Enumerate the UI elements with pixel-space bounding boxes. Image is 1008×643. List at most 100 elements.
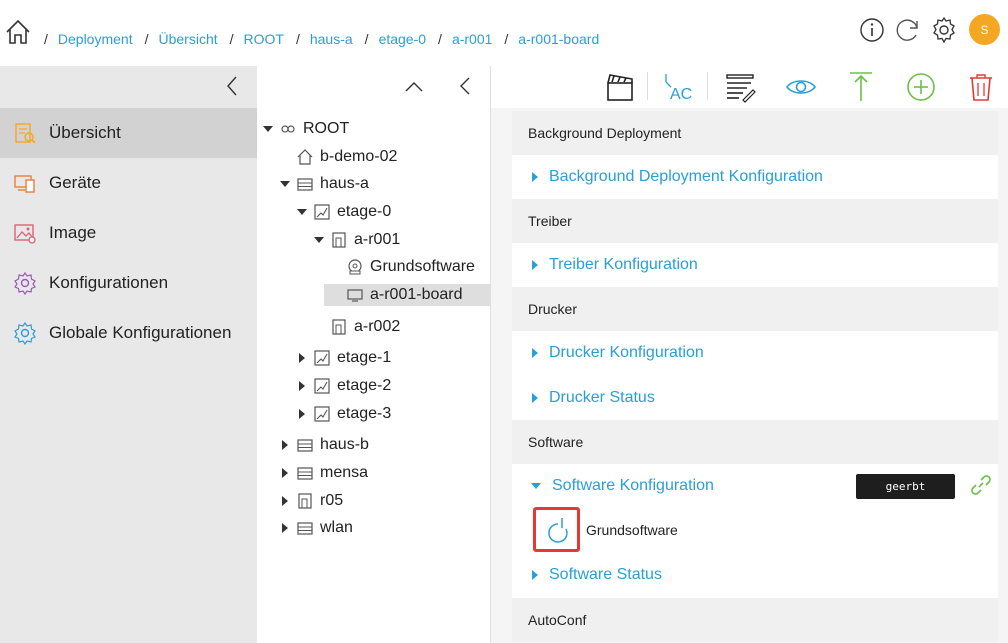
- tree-node-label: Grundsoftware: [370, 258, 475, 275]
- sidebar-item-devices[interactable]: Geräte: [0, 158, 257, 208]
- sidebar-collapse-chevron-icon[interactable]: [222, 74, 242, 98]
- overview-icon: [15, 123, 36, 144]
- breadcrumb-overview[interactable]: Übersicht: [158, 31, 217, 47]
- caret-right-icon[interactable]: [280, 496, 290, 506]
- section-header-background-deployment: Background Deployment: [512, 111, 998, 155]
- caret-right-icon[interactable]: [297, 409, 307, 419]
- caret-down-icon[interactable]: [314, 235, 324, 245]
- expander-background-deployment-config[interactable]: Background Deployment Konfiguration: [512, 168, 823, 186]
- toolbar-separator: [707, 72, 708, 100]
- sidebar-item-overview[interactable]: Übersicht: [0, 108, 257, 158]
- tree-node-a-r002[interactable]: a-r002: [314, 316, 400, 338]
- caret-right-icon[interactable]: [280, 523, 290, 533]
- tree-node-haus-a[interactable]: haus-a: [280, 173, 369, 195]
- sidebar-item-global-configurations[interactable]: Globale Konfigurationen: [0, 308, 257, 358]
- caret-right-icon[interactable]: [297, 353, 307, 363]
- tree-node-etage-3[interactable]: etage-3: [297, 403, 391, 425]
- header-actions: S: [857, 14, 1008, 45]
- room-icon: [298, 493, 312, 509]
- sidebar-item-image[interactable]: Image: [0, 208, 257, 258]
- building-icon: [297, 439, 313, 452]
- inherited-badge: geerbt: [856, 474, 955, 499]
- global-configurations-icon: [14, 321, 36, 345]
- caret-right-icon: [532, 172, 538, 182]
- caret-down-icon[interactable]: [263, 124, 273, 134]
- tree-node-label: a-r001: [354, 231, 401, 248]
- expander-label: Drucker Konfiguration: [549, 344, 704, 361]
- board-icon: [347, 289, 363, 302]
- tree-node-haus-b[interactable]: haus-b: [280, 434, 369, 456]
- breadcrumb-a-r001[interactable]: a-r001: [452, 31, 492, 47]
- expander-software-status[interactable]: Software Status: [512, 566, 662, 584]
- tree-node-label: etage-3: [337, 405, 392, 422]
- devices-icon: [14, 175, 35, 193]
- tree-panel: ROOT b-demo-02 haus-a etage-0 a-r001 Gru…: [257, 66, 491, 643]
- expander-drucker-status[interactable]: Drucker Status: [512, 389, 655, 407]
- tree-node-a-r001-board[interactable]: a-r001-board: [324, 284, 491, 306]
- eye-icon[interactable]: [784, 70, 818, 104]
- breadcrumb: / Deployment / Übersicht / ROOT / haus-a…: [44, 31, 611, 47]
- breadcrumb-separator: /: [229, 31, 234, 47]
- tree-node-b-demo-02[interactable]: b-demo-02: [280, 146, 397, 168]
- list-edit-icon[interactable]: [723, 70, 757, 104]
- caret-right-icon: [532, 260, 538, 270]
- breadcrumb-root[interactable]: ROOT: [244, 31, 284, 47]
- tree-node-mensa[interactable]: mensa: [280, 462, 368, 484]
- breadcrumb-separator: /: [438, 31, 442, 47]
- chevron-up-icon[interactable]: [403, 78, 425, 96]
- svg-text:AC: AC: [670, 86, 692, 103]
- link-icon[interactable]: [970, 474, 992, 496]
- caret-down-icon: [531, 483, 541, 489]
- breadcrumb-deployment[interactable]: Deployment: [58, 31, 133, 47]
- building-icon: [297, 467, 313, 480]
- caret-right-icon[interactable]: [280, 468, 290, 478]
- trash-icon[interactable]: [964, 70, 998, 104]
- caret-down-icon[interactable]: [280, 179, 290, 189]
- expander-treiber-config[interactable]: Treiber Konfiguration: [512, 256, 698, 274]
- text-recognition-icon[interactable]: AC: [662, 70, 696, 104]
- settings-gear-icon[interactable]: [929, 15, 959, 45]
- breadcrumb-haus-a[interactable]: haus-a: [310, 31, 353, 47]
- software-item-label: Grundsoftware: [586, 521, 678, 538]
- sidebar-item-label: Konfigurationen: [49, 273, 169, 292]
- tree-node-label: haus-b: [320, 436, 369, 453]
- home-icon[interactable]: [4, 18, 32, 46]
- sidebar-item-configurations[interactable]: Konfigurationen: [0, 258, 257, 308]
- tree-node-r05[interactable]: r05: [280, 490, 343, 512]
- tree-node-etage-1[interactable]: etage-1: [297, 347, 391, 369]
- expander-drucker-config[interactable]: Drucker Konfiguration: [512, 344, 704, 362]
- info-icon[interactable]: [857, 15, 887, 45]
- inherit-redirect-button[interactable]: [533, 507, 580, 552]
- breadcrumb-a-r001-board[interactable]: a-r001-board: [518, 31, 599, 47]
- tree-node-label: etage-1: [337, 349, 392, 366]
- expander-software-config[interactable]: Software Konfiguration: [512, 477, 714, 495]
- breadcrumb-etage-0[interactable]: etage-0: [379, 31, 426, 47]
- tree-node-label: haus-a: [320, 175, 369, 192]
- caret-down-icon[interactable]: [297, 207, 307, 217]
- tree-node-wlan[interactable]: wlan: [280, 517, 353, 539]
- clapperboard-icon[interactable]: [603, 70, 637, 104]
- tree-node-etage-0[interactable]: etage-0: [297, 201, 391, 223]
- refresh-icon[interactable]: [893, 15, 923, 45]
- sidebar-nav: Übersicht Geräte Image Konfigurationen G…: [0, 108, 257, 358]
- tree-node-label: etage-0: [337, 203, 392, 220]
- tree-node-etage-2[interactable]: etage-2: [297, 375, 391, 397]
- caret-right-icon[interactable]: [297, 381, 307, 391]
- main-content: Background Deployment Background Deploym…: [491, 108, 1008, 643]
- floor-icon: [314, 350, 330, 366]
- tree-node-root[interactable]: ROOT: [263, 118, 349, 140]
- upload-arrow-icon[interactable]: [844, 70, 878, 104]
- sidebar-item-label: Globale Konfigurationen: [49, 323, 232, 342]
- breadcrumb-separator: /: [144, 31, 149, 47]
- software-disk-icon: [348, 259, 362, 275]
- expander-label: Treiber Konfiguration: [549, 256, 698, 273]
- tree-node-a-r001[interactable]: a-r001: [314, 229, 400, 251]
- tree-node-label: etage-2: [337, 377, 392, 394]
- add-circle-icon[interactable]: [904, 70, 938, 104]
- tree-node-label: ROOT: [303, 120, 350, 137]
- chevron-left-icon[interactable]: [457, 75, 473, 97]
- user-avatar[interactable]: S: [969, 14, 1000, 45]
- redirect-arrow-icon: [547, 517, 568, 543]
- tree-node-grundsoftware[interactable]: Grundsoftware: [330, 256, 475, 278]
- caret-right-icon[interactable]: [280, 440, 290, 450]
